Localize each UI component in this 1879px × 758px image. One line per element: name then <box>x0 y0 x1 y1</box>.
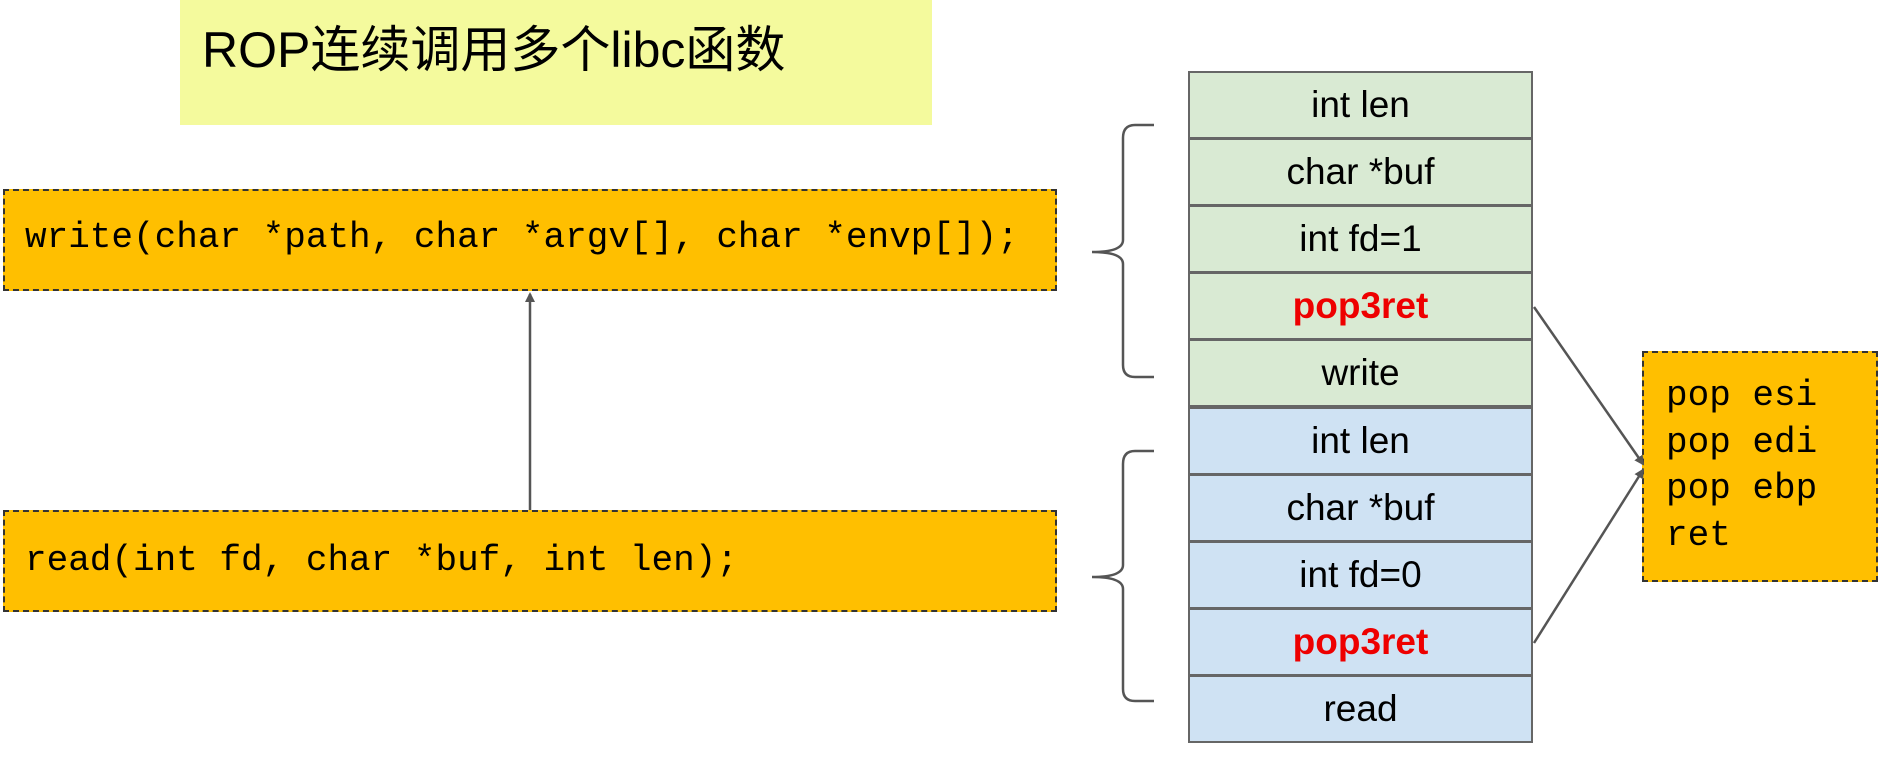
write-pop3ret-to-gadget-arrow <box>1532 306 1645 466</box>
write-frame-brace <box>1091 123 1154 379</box>
read-pop3ret-to-gadget-arrow <box>1532 468 1645 644</box>
read-frame-brace <box>1091 449 1154 703</box>
connectors-layer <box>525 123 1645 703</box>
